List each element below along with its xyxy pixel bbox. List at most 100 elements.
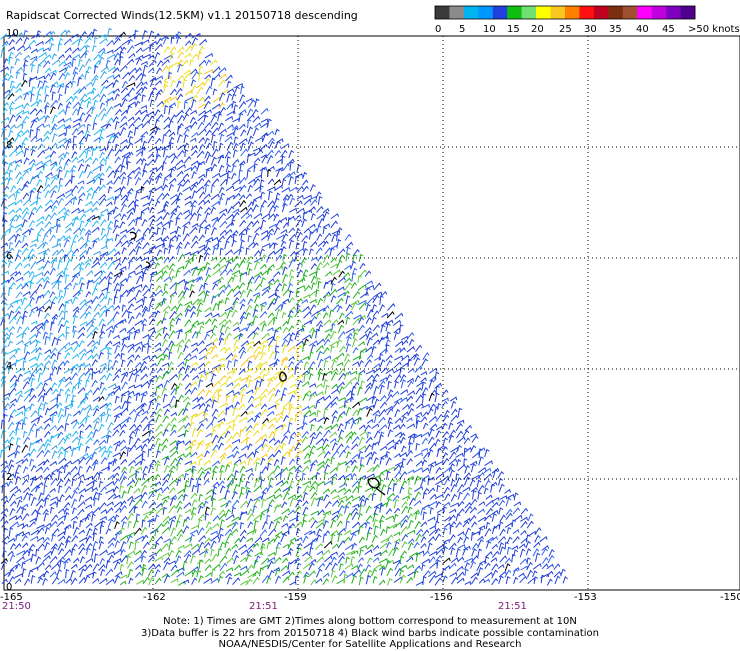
wind-barb xyxy=(477,508,485,515)
wind-barb xyxy=(78,339,85,347)
wind-barb xyxy=(462,520,470,528)
wind-barb xyxy=(210,548,215,557)
wind-barb xyxy=(78,407,86,415)
wind-barb xyxy=(0,318,6,326)
wind-barb xyxy=(44,114,51,123)
wind-barb xyxy=(156,493,162,501)
wind-barb xyxy=(262,417,269,425)
wind-barb xyxy=(280,456,286,465)
wind-barb xyxy=(211,553,219,562)
wind-barb xyxy=(77,158,85,164)
wind-barb xyxy=(497,564,505,570)
wind-barb xyxy=(191,190,198,199)
wind-barb xyxy=(142,296,148,306)
wind-barb xyxy=(204,183,210,193)
wind-barb xyxy=(491,563,499,571)
wind-barb xyxy=(275,424,284,430)
wind-barb xyxy=(99,163,105,171)
wind-barb xyxy=(57,102,64,110)
wind-barb xyxy=(247,298,254,305)
wind-barb xyxy=(43,570,50,578)
wind-barb xyxy=(331,533,336,543)
wind-barb xyxy=(309,351,314,360)
wind-barb xyxy=(49,267,56,276)
wind-barb xyxy=(379,295,384,305)
wind-barb xyxy=(260,457,266,466)
wind-barb xyxy=(232,178,241,186)
wind-barb xyxy=(107,148,115,158)
wind-barb xyxy=(141,85,148,94)
wind-barb xyxy=(23,147,29,158)
wind-barb xyxy=(99,213,105,221)
wind-barb xyxy=(127,176,132,186)
wind-barb xyxy=(65,578,73,584)
wind-barb xyxy=(58,457,67,465)
wind-barb xyxy=(99,218,107,227)
wind-barb xyxy=(169,46,177,54)
wind-barb xyxy=(58,309,65,318)
wind-barb xyxy=(92,330,98,340)
wind-barb xyxy=(112,258,121,264)
wind-barb xyxy=(253,250,261,257)
wind-barb xyxy=(373,367,382,374)
wind-barb xyxy=(1,312,10,320)
wind-barb xyxy=(295,319,302,326)
wind-barb xyxy=(441,389,449,397)
wind-barb xyxy=(288,227,295,234)
wind-barb xyxy=(232,208,240,214)
wind-barb xyxy=(322,549,331,556)
wind-barb xyxy=(43,289,51,297)
wind-map: 0 5 10 15 20 25 30 35 40 45 >50 knots 10… xyxy=(0,5,740,612)
wind-barb xyxy=(15,149,24,156)
wind-barb xyxy=(212,88,218,96)
wind-barb xyxy=(532,570,538,578)
wind-barb xyxy=(339,563,344,571)
wind-barb xyxy=(44,104,50,114)
wind-barb xyxy=(92,122,98,130)
wind-barb xyxy=(16,44,25,52)
wind-barb xyxy=(22,72,28,81)
wind-barb xyxy=(471,452,480,459)
wind-barb xyxy=(477,535,484,541)
wind-barb xyxy=(112,452,121,458)
wind-barb xyxy=(9,507,16,516)
wind-barb xyxy=(261,521,268,530)
wind-barb xyxy=(64,179,73,187)
wind-barb xyxy=(471,521,478,528)
wind-barb xyxy=(16,283,23,290)
wind-barb xyxy=(470,463,477,473)
wind-barb xyxy=(63,64,72,74)
wind-barb xyxy=(245,553,252,562)
wind-barb xyxy=(175,312,183,320)
wind-barb xyxy=(274,530,283,537)
wind-barb xyxy=(92,387,101,396)
wind-barb xyxy=(23,393,32,402)
wind-barb xyxy=(35,205,43,213)
wind-barb xyxy=(315,521,325,529)
wind-barb xyxy=(99,557,105,565)
wind-barb xyxy=(351,453,360,460)
wind-barb xyxy=(133,283,143,289)
wind-barb xyxy=(505,576,511,584)
wind-barb xyxy=(421,431,430,437)
wind-barb xyxy=(168,366,175,374)
wind-barb xyxy=(17,405,26,411)
wind-barb xyxy=(218,442,225,450)
wind-barb xyxy=(331,562,338,571)
wind-barb xyxy=(51,444,58,450)
wind-barb xyxy=(134,373,140,383)
wind-barb xyxy=(99,157,106,165)
wind-barb xyxy=(86,270,94,277)
wind-barb xyxy=(78,267,84,276)
wind-barb xyxy=(113,405,122,411)
wind-barb xyxy=(149,77,157,87)
wind-barb xyxy=(295,218,303,228)
wind-barb xyxy=(93,65,99,74)
wind-barb xyxy=(141,478,150,487)
wind-barb xyxy=(84,208,93,214)
wind-barb xyxy=(35,548,40,557)
wind-barb xyxy=(266,462,272,471)
wind-barb xyxy=(322,511,330,521)
wind-barb xyxy=(308,372,314,380)
wind-barb xyxy=(49,72,57,81)
